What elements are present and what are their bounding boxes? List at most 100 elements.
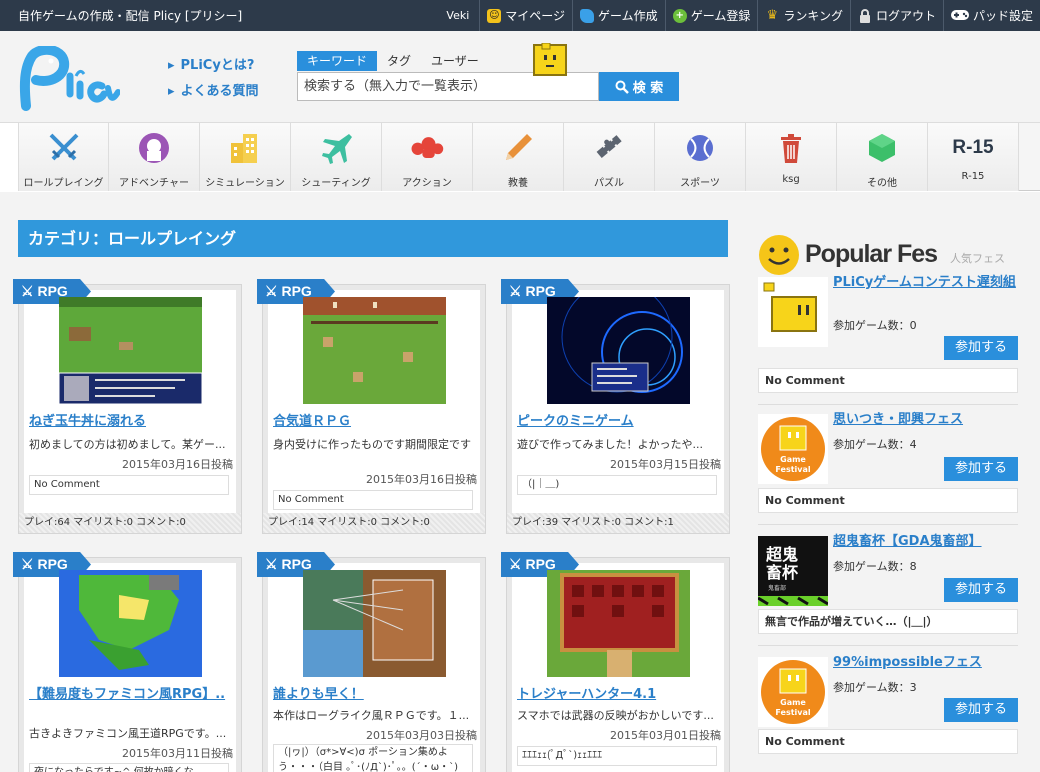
game-date: 2015年03月03日投稿: [366, 729, 477, 742]
fes-name[interactable]: 超鬼畜杯【GDA鬼畜部】: [833, 532, 1023, 551]
fes-image[interactable]: GameFestival: [758, 657, 828, 727]
game-date: 2015年03月16日投稿: [122, 458, 233, 471]
buildings-icon: [228, 131, 262, 165]
action-icon: [410, 131, 444, 165]
fes-game-count: 参加ゲーム数：8: [833, 560, 917, 573]
game-thumbnail[interactable]: [303, 570, 446, 677]
plicy-logo[interactable]: [18, 46, 120, 112]
nav-register-label: ゲーム登録: [690, 9, 751, 23]
category-label: アクション: [402, 178, 452, 189]
category-label: シューティング: [301, 178, 371, 189]
category-r15[interactable]: R-15 R-15: [928, 123, 1019, 191]
popular-fes-title: Popular Fes: [805, 240, 938, 268]
join-button[interactable]: 参加する: [944, 698, 1018, 722]
fes-game-count: 参加ゲーム数：4: [833, 438, 917, 451]
fes-name[interactable]: 99%impossibleフェス: [833, 653, 1023, 672]
r15-icon: R-15: [952, 137, 994, 158]
game-comment: （|ヮ|）（σ*>∀<)σ ポーション集めよう・・・（白目 ｡ﾟ･(ﾉД`)･ﾟ…: [273, 744, 473, 772]
fes-game-count: 参加ゲーム数：3: [833, 681, 917, 694]
category-education[interactable]: 教養: [473, 123, 564, 191]
fes-image[interactable]: 超鬼畜杯鬼畜部: [758, 536, 828, 606]
username[interactable]: Veki: [436, 9, 479, 22]
game-title[interactable]: ピークのミニゲーム: [517, 413, 722, 431]
category-roleplaying[interactable]: ロールプレイング: [18, 123, 109, 191]
game-description: 本作はローグライク風ＲＰＧです。１...: [273, 709, 470, 722]
search-icon: [615, 80, 629, 94]
nav-pad-settings[interactable]: パッド設定: [942, 0, 1040, 31]
game-title[interactable]: 合気道ＲＰＧ: [273, 413, 478, 431]
game-stats: プレイ:14 マイリスト:0 コメント:0: [263, 513, 485, 533]
tab-tag[interactable]: タグ: [377, 51, 421, 71]
game-title[interactable]: ねぎ玉牛丼に溺れる: [29, 413, 234, 431]
game-title[interactable]: 【難易度もファミコン風RPG】..: [29, 686, 234, 704]
ball-icon: [683, 131, 717, 165]
game-description: 古きよきファミコン風王道RPGです。...: [29, 727, 227, 740]
category-label: パズル: [594, 178, 624, 189]
search-box: キーワード タグ ユーザー 検索する（無入力で一覧表示） 検 索: [297, 51, 679, 101]
game-title[interactable]: 誰よりも早く！: [273, 686, 478, 704]
divider: [758, 645, 1018, 646]
fes-game-count: 参加ゲーム数：0: [833, 319, 917, 332]
nav-register-game[interactable]: + ゲーム登録: [664, 0, 758, 31]
game-card[interactable]: ⚔ RPG ピークのミニゲーム 遊びで作ってみました！よかったや... 2015…: [501, 279, 730, 534]
header-links: PLiCyとは? よくある質問: [168, 54, 259, 106]
plus-icon: +: [672, 8, 687, 23]
game-thumbnail[interactable]: [59, 297, 202, 404]
faq-link[interactable]: よくある質問: [168, 80, 259, 99]
main-content: カテゴリ：ロールプレイング ⚔ RPG ねぎ玉牛丼に溺れる 初めましての方は初め…: [0, 192, 1040, 772]
create-icon: [580, 8, 595, 23]
svg-text:鬼畜部: 鬼畜部: [768, 584, 786, 592]
game-description: 身内受けに作ったものです期間限定です: [273, 438, 471, 451]
category-label: シミュレーション: [205, 178, 285, 189]
game-card[interactable]: ⚔ RPG 【難易度もファミコン風RPG】.. 古きよきファミコン風王道RPGで…: [13, 552, 242, 772]
game-date: 2015年03月01日投稿: [610, 729, 721, 742]
search-tabs: キーワード タグ ユーザー: [297, 51, 679, 71]
svg-text:Festival: Festival: [775, 465, 811, 474]
about-plicy-link[interactable]: PLiCyとは?: [168, 54, 259, 73]
search-button[interactable]: 検 索: [599, 72, 679, 101]
fes-image[interactable]: GameFestival: [758, 414, 828, 484]
game-thumbnail[interactable]: [59, 570, 202, 677]
category-action[interactable]: アクション: [382, 123, 473, 191]
join-button[interactable]: 参加する: [944, 578, 1018, 602]
game-card[interactable]: ⚔ RPG 合気道ＲＰＧ 身内受けに作ったものです期間限定です 2015年03月…: [257, 279, 486, 534]
tab-keyword[interactable]: キーワード: [297, 51, 378, 71]
nav-create-game[interactable]: ゲーム作成: [572, 0, 665, 31]
trophy-icon: ♛: [766, 7, 779, 23]
category-simulation[interactable]: シミュレーション: [200, 123, 291, 191]
pencil-icon: [501, 131, 535, 165]
fes-image[interactable]: [758, 277, 828, 347]
game-card[interactable]: ⚔ RPG トレジャーハンター4.1 スマホでは武器の反映がおかしいです... …: [501, 552, 730, 772]
game-description: 初めましての方は初めまして。某ゲー...: [29, 438, 226, 451]
nav-create-label: ゲーム作成: [598, 9, 658, 23]
game-comment: ｴｴｴｪｪ(ﾟДﾟ`)ｪｪｴｴｴ: [517, 746, 717, 766]
join-button[interactable]: 参加する: [944, 336, 1018, 360]
nav-mypage-label: マイページ: [505, 9, 566, 23]
category-shooting[interactable]: シューティング: [291, 123, 382, 191]
fes-name[interactable]: PLiCyゲームコンテスト遅刻組: [833, 273, 1023, 292]
category-ksg[interactable]: ksg: [746, 123, 837, 191]
nav-logout[interactable]: ログアウト: [849, 0, 943, 31]
svg-text:Game: Game: [780, 698, 806, 707]
game-comment: 夜になったらです~^ 何故か暗くな...: [29, 763, 229, 772]
category-puzzle[interactable]: パズル: [564, 123, 655, 191]
game-title[interactable]: トレジャーハンター4.1: [517, 686, 722, 704]
site-title[interactable]: 自作ゲームの作成・配信 Plicy [プリシー]: [0, 7, 436, 24]
tab-user[interactable]: ユーザー: [421, 51, 489, 71]
game-stats: プレイ:64 マイリスト:0 コメント:0: [19, 513, 241, 533]
category-other[interactable]: その他: [837, 123, 928, 191]
game-thumbnail[interactable]: [547, 570, 690, 677]
nav-mypage[interactable]: ☺ マイページ: [479, 0, 572, 31]
category-adventure[interactable]: アドベンチャー: [109, 123, 200, 191]
game-thumbnail[interactable]: [303, 297, 446, 404]
game-card[interactable]: ⚔ RPG 誰よりも早く！ 本作はローグライク風ＲＰＧです。１... 2015年…: [257, 552, 486, 772]
game-card[interactable]: ⚔ RPG ねぎ玉牛丼に溺れる 初めましての方は初めまして。某ゲー... 201…: [13, 279, 242, 534]
puzzle-icon: [592, 131, 626, 165]
join-button[interactable]: 参加する: [944, 457, 1018, 481]
cube-icon: [865, 131, 899, 165]
category-sports[interactable]: スポーツ: [655, 123, 746, 191]
jet-icon: [319, 131, 353, 165]
game-thumbnail[interactable]: [547, 297, 690, 404]
fes-name[interactable]: 思いつき・即興フェス: [833, 410, 1023, 429]
nav-ranking[interactable]: ♛ ランキング: [757, 0, 850, 31]
